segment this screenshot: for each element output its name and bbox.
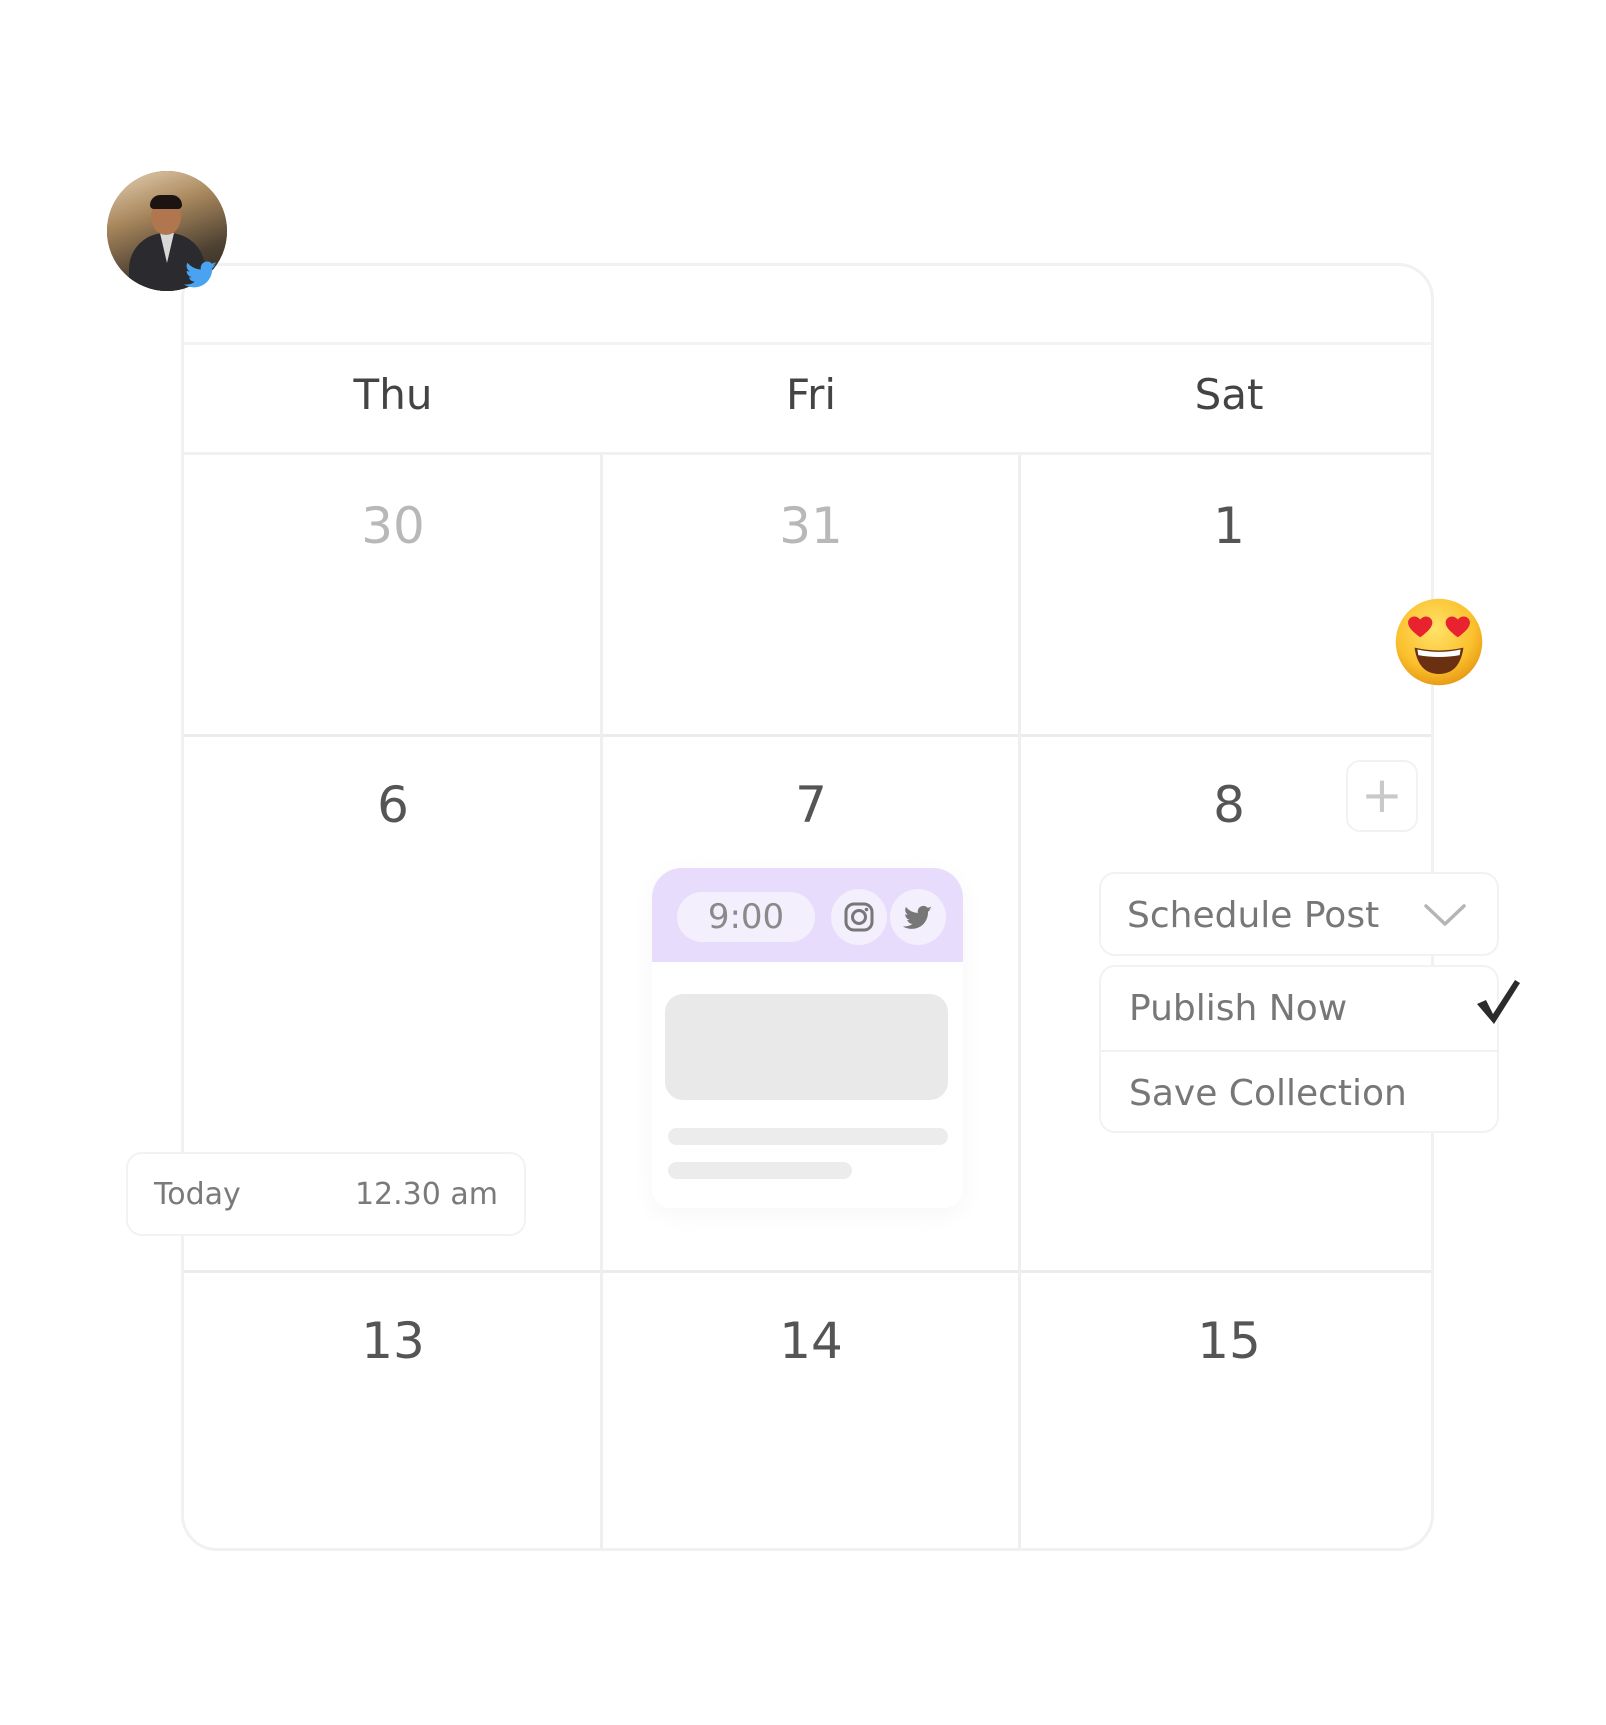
schedule-options-menu: Publish Now Save Collection xyxy=(1099,965,1499,1133)
checkmark-icon xyxy=(1477,980,1520,1024)
day-cell-number[interactable]: 14 xyxy=(602,1316,1020,1366)
day-cell-number[interactable]: 30 xyxy=(184,501,602,551)
add-post-button[interactable]: + xyxy=(1346,760,1418,832)
twitter-icon xyxy=(890,889,946,945)
schedule-dropdown-label: Schedule Post xyxy=(1127,895,1380,936)
day-cell-number[interactable]: 1 xyxy=(1020,501,1431,551)
heart-eyes-emoji xyxy=(1395,598,1483,686)
post-text-placeholder xyxy=(668,1162,852,1179)
day-cell-number[interactable]: 15 xyxy=(1020,1316,1431,1366)
week-divider xyxy=(184,734,1431,737)
schedule-dropdown[interactable]: Schedule Post xyxy=(1099,872,1499,956)
today-time-indicator: Today 12.30 am xyxy=(126,1152,526,1236)
week-divider xyxy=(184,1270,1431,1273)
column-divider xyxy=(600,455,603,1548)
scheduled-post-card[interactable]: 9:00 xyxy=(652,868,963,1208)
instagram-icon xyxy=(831,889,887,945)
day-cell-number[interactable]: 6 xyxy=(184,780,602,830)
menu-item-label: Save Collection xyxy=(1129,1073,1407,1114)
menu-item-label: Publish Now xyxy=(1129,988,1348,1029)
weekday-fri: Fri xyxy=(785,370,837,419)
today-time: 12.30 am xyxy=(354,1177,498,1212)
twitter-icon xyxy=(184,261,217,288)
column-divider xyxy=(1018,455,1021,1548)
post-image-placeholder xyxy=(665,994,948,1100)
day-cell-number[interactable]: 13 xyxy=(184,1316,602,1366)
weekday-thu: Thu xyxy=(353,370,433,419)
calendar-top-bar xyxy=(184,266,1431,345)
post-card-header: 9:00 xyxy=(652,868,963,962)
weekday-sat: Sat xyxy=(1194,370,1264,419)
post-time: 9:00 xyxy=(677,892,815,942)
chevron-down-icon xyxy=(1424,904,1466,926)
day-cell-number[interactable]: 31 xyxy=(602,501,1020,551)
today-label: Today xyxy=(154,1177,241,1212)
menu-item-save-collection[interactable]: Save Collection xyxy=(1101,1052,1497,1134)
weekday-divider xyxy=(184,452,1431,455)
menu-item-publish-now[interactable]: Publish Now xyxy=(1101,967,1497,1049)
day-cell-number[interactable]: 7 xyxy=(602,780,1020,830)
post-text-placeholder xyxy=(668,1128,948,1145)
